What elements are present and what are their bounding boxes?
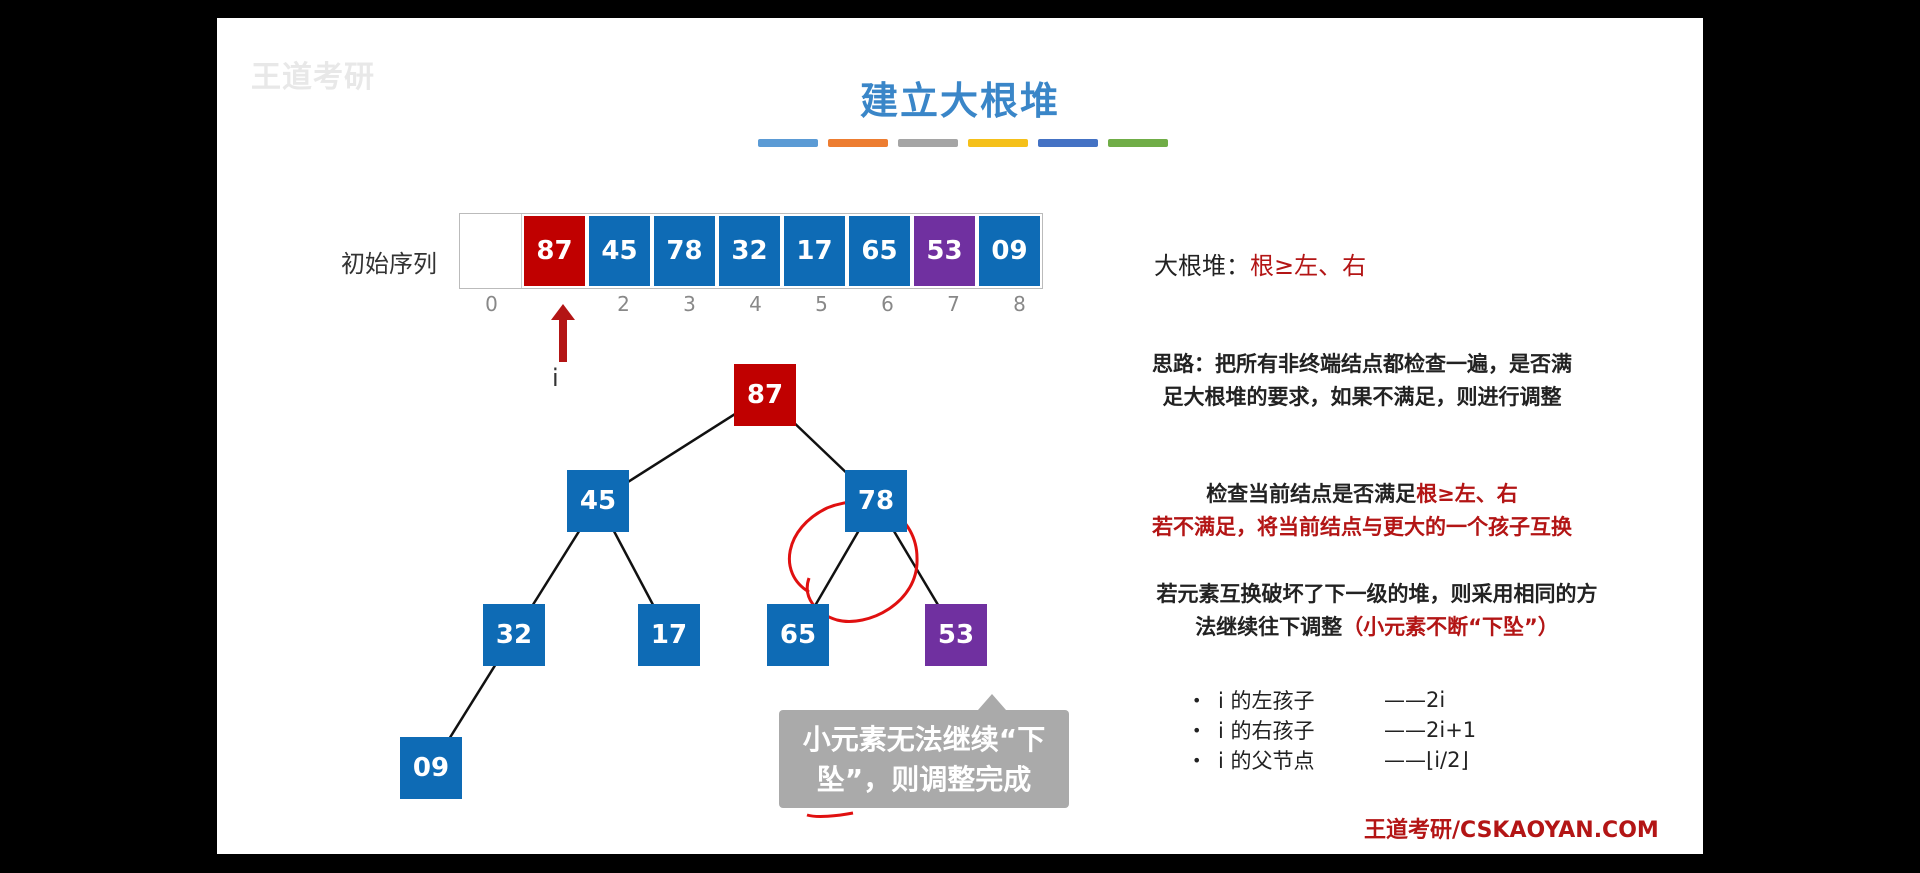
tooltip-line2: 坠”，则调整完成: [816, 763, 1032, 796]
tree-node-17: 17: [638, 604, 700, 666]
tree-node-87: 87: [734, 364, 796, 426]
note-sink-highlight: （小元素不断“下坠”）: [1342, 615, 1559, 639]
heap-definition-prefix: 大根堆：: [1154, 252, 1250, 280]
array-index-4: 4: [749, 292, 762, 316]
formula-row: • i 的左孩子 ——2i: [1192, 685, 1476, 715]
note-idea: 思路：把所有非终端结点都检查一遍，是否满 足大根堆的要求，如果不满足，则进行调整: [1097, 348, 1627, 414]
tree-node-45: 45: [567, 470, 629, 532]
note-check: 检查当前结点是否满足根≥左、右 若不满足，将当前结点与更大的一个孩子互换: [1097, 478, 1627, 544]
array-index-7: 7: [947, 292, 960, 316]
array-index-8: 8: [1013, 292, 1026, 316]
array-index-6: 6: [881, 292, 894, 316]
formula-value: ——⌊i/2⌋: [1384, 748, 1469, 772]
slide: 王道考研 建立大根堆 初始序列 87 45 78 32 17 65 53 09 i 大根堆：根…: [217, 18, 1703, 854]
note-idea-line2: 足大根堆的要求，如果不满足，则进行调整: [1162, 385, 1562, 409]
brand-footer: 王道考研/CSKAOYAN.COM: [1364, 818, 1659, 843]
array-index-2: 2: [617, 292, 630, 316]
array-index-5: 5: [815, 292, 828, 316]
formula-row: • i 的父节点 ——⌊i/2⌋: [1192, 745, 1476, 775]
note-sink-line1: 若元素互换破坏了下一级的堆，则采用相同的方: [1156, 582, 1598, 606]
note-check-text: 检查当前结点是否满足: [1206, 482, 1417, 506]
formula-row: • i 的右孩子 ——2i+1: [1192, 715, 1476, 745]
formula-label: i 的右孩子: [1218, 719, 1315, 743]
tooltip-line1: 小元素无法继续“下: [802, 723, 1046, 756]
note-idea-line1: 思路：把所有非终端结点都检查一遍，是否满: [1152, 352, 1572, 376]
note-sink-text: 法继续往下调整: [1195, 615, 1343, 639]
tooltip-pointer: [978, 694, 1006, 710]
formula-value: ——2i+1: [1384, 718, 1477, 742]
tree-node-78: 78: [845, 470, 907, 532]
note-check-line2: 若不满足，将当前结点与更大的一个孩子互换: [1152, 515, 1572, 539]
tree-node-53: 53: [925, 604, 987, 666]
note-check-rule: 根≥左、右: [1416, 482, 1518, 506]
tree-node-65: 65: [767, 604, 829, 666]
formula-label: i 的父节点: [1218, 749, 1315, 773]
heap-definition-rule: 根≥左、右: [1250, 252, 1367, 280]
index-formulas: • i 的左孩子 ——2i • i 的右孩子 ——2i+1 • i 的父节点 ——⌊i/2⌋: [1192, 685, 1476, 775]
formula-label: i 的左孩子: [1218, 689, 1315, 713]
bullet-icon: •: [1192, 690, 1202, 710]
array-index-3: 3: [683, 292, 696, 316]
tooltip-bubble: 小元素无法继续“下 坠”，则调整完成: [779, 710, 1069, 808]
tree-node-32: 32: [483, 604, 545, 666]
note-sink: 若元素互换破坏了下一级的堆，则采用相同的方 法继续往下调整（小元素不断“下坠”）: [1097, 578, 1657, 644]
formula-value: ——2i: [1384, 688, 1446, 712]
heap-definition: 大根堆：根≥左、右: [1154, 246, 1366, 281]
bullet-icon: •: [1192, 750, 1202, 770]
bullet-icon: •: [1192, 720, 1202, 740]
tree-node-09: 09: [400, 737, 462, 799]
array-index-0: 0: [485, 292, 498, 316]
